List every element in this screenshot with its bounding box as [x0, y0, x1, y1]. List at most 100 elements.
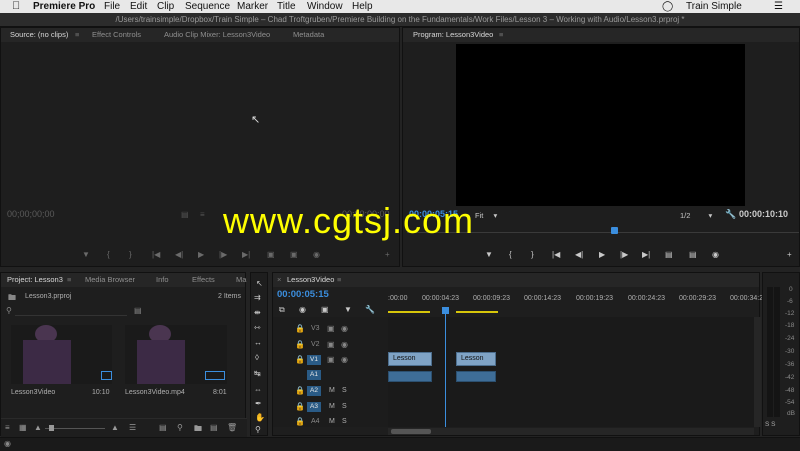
menu-edit[interactable]: Edit — [130, 0, 147, 13]
thumbnail-zoom-slider[interactable] — [45, 428, 105, 429]
new-bin-icon[interactable]: ▤ — [134, 306, 142, 315]
account-name[interactable]: Train Simple — [686, 0, 742, 13]
track-lock-icon[interactable]: 🔒 — [295, 355, 305, 364]
source-drag-icon[interactable]: ≡ — [200, 210, 205, 219]
solo-button[interactable]: S — [342, 387, 347, 394]
track-lock-icon[interactable]: 🔒 — [295, 417, 305, 426]
program-lift-icon[interactable]: ▤ — [665, 250, 673, 259]
find-icon[interactable]: ⚲ — [177, 423, 183, 432]
new-item-icon[interactable]: ▤ — [210, 423, 218, 432]
app-menu[interactable]: Premiere Pro — [33, 0, 95, 13]
program-step-fwd-icon[interactable]: |▶ — [620, 250, 628, 259]
timeline-horizontal-scrollbar[interactable] — [388, 428, 754, 435]
linked-selection-icon[interactable]: ◉ — [299, 305, 306, 314]
track-label-v1[interactable]: V1 — [307, 355, 321, 365]
audio-clip[interactable] — [456, 371, 496, 382]
mute-button[interactable]: M — [329, 418, 335, 425]
menu-list-icon[interactable]: ☰ — [774, 0, 783, 13]
wrench-icon[interactable]: 🔧 — [725, 209, 736, 220]
source-add-button-icon[interactable]: + — [385, 250, 390, 259]
apple-icon[interactable]:  — [12, 0, 20, 13]
tab-audio-clip-mixer[interactable]: Audio Clip Mixer: Lesson3Video — [164, 28, 270, 42]
track-eye-icon[interactable]: ◉ — [341, 355, 348, 364]
program-camera-icon[interactable]: ◉ — [712, 250, 719, 259]
program-extract-icon[interactable]: ▤ — [689, 250, 697, 259]
project-search-icon[interactable]: ⚲ — [6, 306, 12, 315]
zoom-out-icon[interactable]: ▲ — [34, 423, 42, 432]
menu-sequence[interactable]: Sequence — [185, 0, 230, 13]
hand-tool-icon[interactable]: ✋ — [255, 413, 265, 422]
menu-marker[interactable]: Marker — [237, 0, 268, 13]
icon-view-icon[interactable]: ▦ — [19, 423, 27, 432]
track-select-tool-icon[interactable]: ⇉ — [254, 293, 261, 302]
tab-effect-controls[interactable]: Effect Controls — [92, 28, 141, 42]
slip-tool-icon[interactable]: ↹ — [254, 369, 261, 378]
menu-clip[interactable]: Clip — [157, 0, 174, 13]
resolution-dropdown[interactable]: 1/2 ▾ — [680, 211, 712, 220]
track-eye-icon[interactable]: ◉ — [341, 340, 348, 349]
status-icon[interactable]: ◉ — [4, 439, 11, 448]
timeline-settings-icon[interactable]: 🔧 — [365, 305, 375, 314]
track-lock-icon[interactable]: 🔒 — [295, 402, 305, 411]
zoom-tool-icon[interactable]: ⚲ — [255, 425, 261, 434]
source-mark-in-icon[interactable]: { — [107, 250, 110, 259]
program-go-out-icon[interactable]: ▶| — [642, 250, 650, 259]
automate-icon[interactable]: ▤ — [159, 423, 167, 432]
solo-button[interactable]: S — [342, 418, 347, 425]
source-marker-icon[interactable]: ▼ — [82, 250, 90, 259]
program-mark-in-icon[interactable]: { — [509, 250, 512, 259]
track-lock-icon[interactable]: 🔒 — [295, 340, 305, 349]
meter-solo-buttons[interactable]: S S — [765, 421, 775, 428]
work-area-bar[interactable] — [388, 311, 430, 313]
list-view-icon[interactable]: ≡ — [5, 423, 10, 432]
tab-sequence[interactable]: Lesson3Video — [287, 273, 334, 287]
mute-button[interactable]: M — [329, 403, 335, 410]
project-thumb-sequence[interactable] — [11, 325, 112, 384]
project-search-input[interactable] — [15, 307, 127, 316]
menu-window[interactable]: Window — [307, 0, 343, 13]
solo-button[interactable]: S — [342, 403, 347, 410]
program-add-button-icon[interactable]: + — [787, 250, 792, 259]
tab-source[interactable]: Source: (no clips) — [10, 28, 68, 42]
snap-icon[interactable]: ⧉ — [279, 305, 285, 315]
track-label-a2[interactable]: A2 — [307, 386, 321, 396]
track-sync-icon[interactable]: ▣ — [327, 340, 335, 349]
slide-tool-icon[interactable]: ⇔ — [254, 385, 262, 394]
tab-media-browser[interactable]: Media Browser — [85, 273, 135, 287]
ripple-edit-tool-icon[interactable]: ⇼ — [254, 308, 261, 317]
program-tab-menu-icon[interactable]: ≡ — [499, 28, 503, 42]
source-play-icon[interactable]: ▶ — [198, 250, 204, 259]
mute-button[interactable]: M — [329, 387, 335, 394]
add-marker-icon[interactable]: ▣ — [321, 305, 329, 314]
tab-program[interactable]: Program: Lesson3Video — [413, 28, 493, 42]
track-label-v3[interactable]: V3 — [311, 325, 320, 332]
tab-info[interactable]: Info — [156, 273, 169, 287]
track-area[interactable] — [388, 317, 754, 427]
source-camera-icon[interactable]: ◉ — [313, 250, 320, 259]
track-eye-icon[interactable]: ◉ — [341, 324, 348, 333]
source-step-fwd-icon[interactable]: |▶ — [219, 250, 227, 259]
track-label-a3[interactable]: A3 — [307, 402, 321, 412]
tab-effects[interactable]: Effects — [192, 273, 215, 287]
selection-tool-icon[interactable]: ↖ — [256, 279, 263, 288]
tab-markers[interactable]: Ma — [236, 273, 246, 287]
tab-metadata[interactable]: Metadata — [293, 28, 324, 42]
timeline-vertical-scrollbar[interactable] — [754, 317, 761, 427]
program-playhead[interactable] — [611, 227, 618, 234]
menu-help[interactable]: Help — [352, 0, 373, 13]
track-lock-icon[interactable]: 🔒 — [295, 386, 305, 395]
source-go-out-icon[interactable]: ▶| — [242, 250, 250, 259]
timeline-scroll-thumb[interactable] — [391, 429, 431, 434]
source-insert-icon[interactable]: ▣ — [267, 250, 275, 259]
rate-stretch-tool-icon[interactable]: ↔ — [254, 338, 262, 347]
source-export-frame-icon[interactable]: ▤ — [181, 210, 189, 219]
program-step-back-icon[interactable]: ◀| — [575, 250, 583, 259]
razor-tool-icon[interactable]: ◊ — [255, 353, 259, 362]
track-sync-icon[interactable]: ▣ — [327, 355, 335, 364]
program-go-in-icon[interactable]: |◀ — [552, 250, 560, 259]
program-mark-out-icon[interactable]: } — [531, 250, 534, 259]
timeline-timecode[interactable]: 00:00:05:15 — [277, 289, 329, 300]
zoom-in-icon[interactable]: ▲ — [111, 423, 119, 432]
fit-dropdown[interactable]: Fit ▾ — [475, 211, 497, 220]
creative-cloud-icon[interactable]: ◯ — [662, 0, 673, 13]
